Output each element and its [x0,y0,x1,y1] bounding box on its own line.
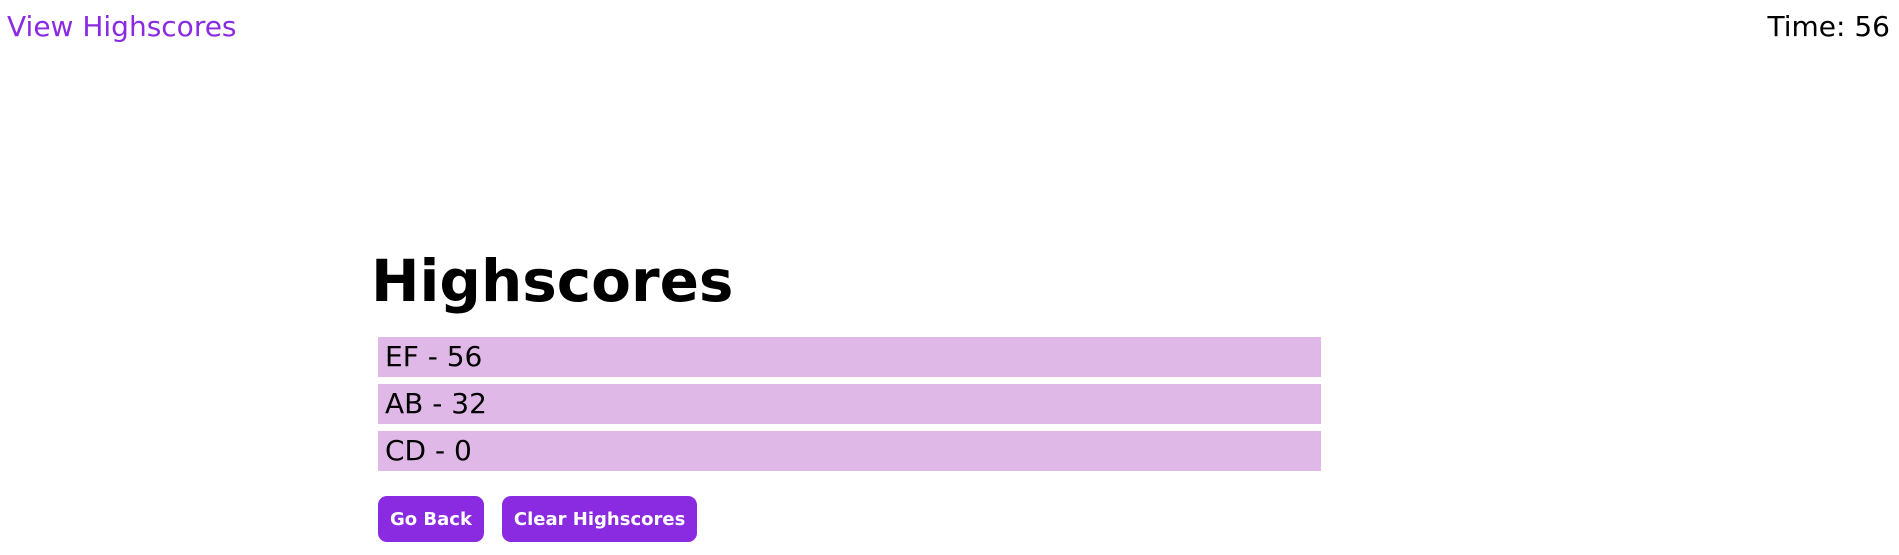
highscore-list: EF - 56 AB - 32 CD - 0 [371,337,1331,471]
timer-display: Time: 56 [1767,10,1891,43]
clear-highscores-button[interactable]: Clear Highscores [501,496,698,542]
action-buttons: Go Back Clear Highscores [371,496,1331,542]
highscores-section: Highscores EF - 56 AB - 32 CD - 0 Go Bac… [371,245,1331,542]
highscore-item: AB - 32 [378,384,1321,424]
go-back-button[interactable]: Go Back [378,496,484,542]
highscore-item: EF - 56 [378,337,1321,377]
page-title: Highscores [371,247,734,315]
highscore-item: CD - 0 [378,431,1321,471]
view-highscores-link[interactable]: View Highscores [7,10,237,43]
